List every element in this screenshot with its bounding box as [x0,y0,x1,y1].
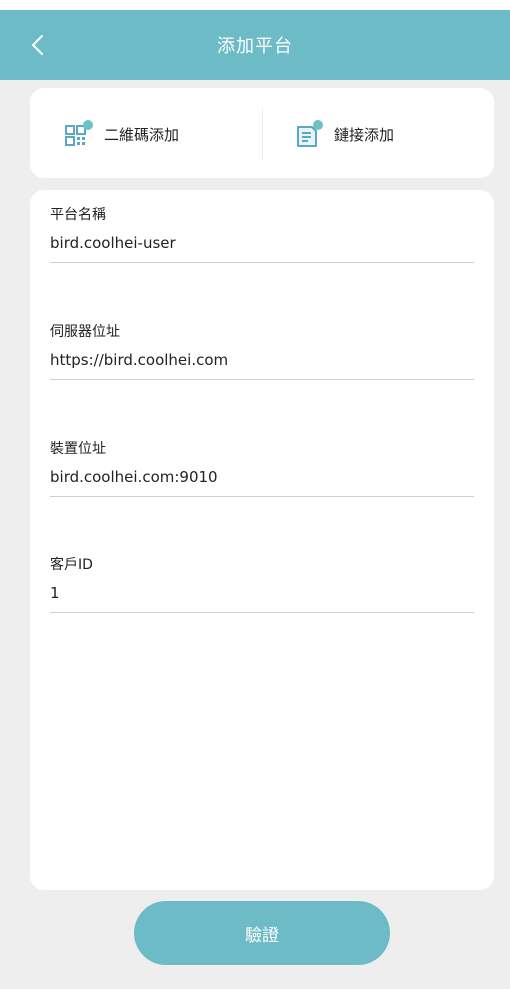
client-id-input[interactable]: 1 [50,584,474,602]
platform-name-input[interactable]: bird.coolhei-user [50,234,474,252]
client-id-label: 客戶ID [50,557,93,573]
qr-code-add-label: 二維碼添加 [104,125,180,144]
page-title: 添加平台 [217,36,293,57]
client-id-field[interactable]: 客戶ID 1 [50,554,474,613]
platform-name-label: 平台名稱 [50,207,106,223]
device-address-input[interactable]: bird.coolhei.com:9010 [50,468,474,486]
link-add-button[interactable]: 鏈接添加 [294,114,394,154]
platform-form: 平台名稱 bird.coolhei-user 伺服器位址 https://bir… [30,190,494,890]
server-address-input[interactable]: https://bird.coolhei.com [50,351,474,369]
field-underline [50,262,474,263]
server-address-field[interactable]: 伺服器位址 https://bird.coolhei.com [50,321,474,380]
device-address-field[interactable]: 裝置位址 bird.coolhei.com:9010 [50,438,474,497]
platform-name-field[interactable]: 平台名稱 bird.coolhei-user [50,204,474,263]
divider [262,108,263,160]
field-underline [50,379,474,380]
verify-button[interactable]: 驗證 [134,901,390,965]
link-add-label: 鏈接添加 [334,125,395,144]
qr-code-add-button[interactable]: 二維碼添加 [64,114,179,154]
qr-code-icon [65,120,93,146]
field-underline [50,612,474,613]
device-address-label: 裝置位址 [50,441,106,457]
link-document-icon [297,120,323,147]
status-bar [0,0,510,10]
field-underline [50,496,474,497]
server-address-label: 伺服器位址 [50,324,120,340]
app-header: 添加平台 [0,10,510,80]
add-method-card: 二維碼添加 鏈接添加 [30,88,494,178]
